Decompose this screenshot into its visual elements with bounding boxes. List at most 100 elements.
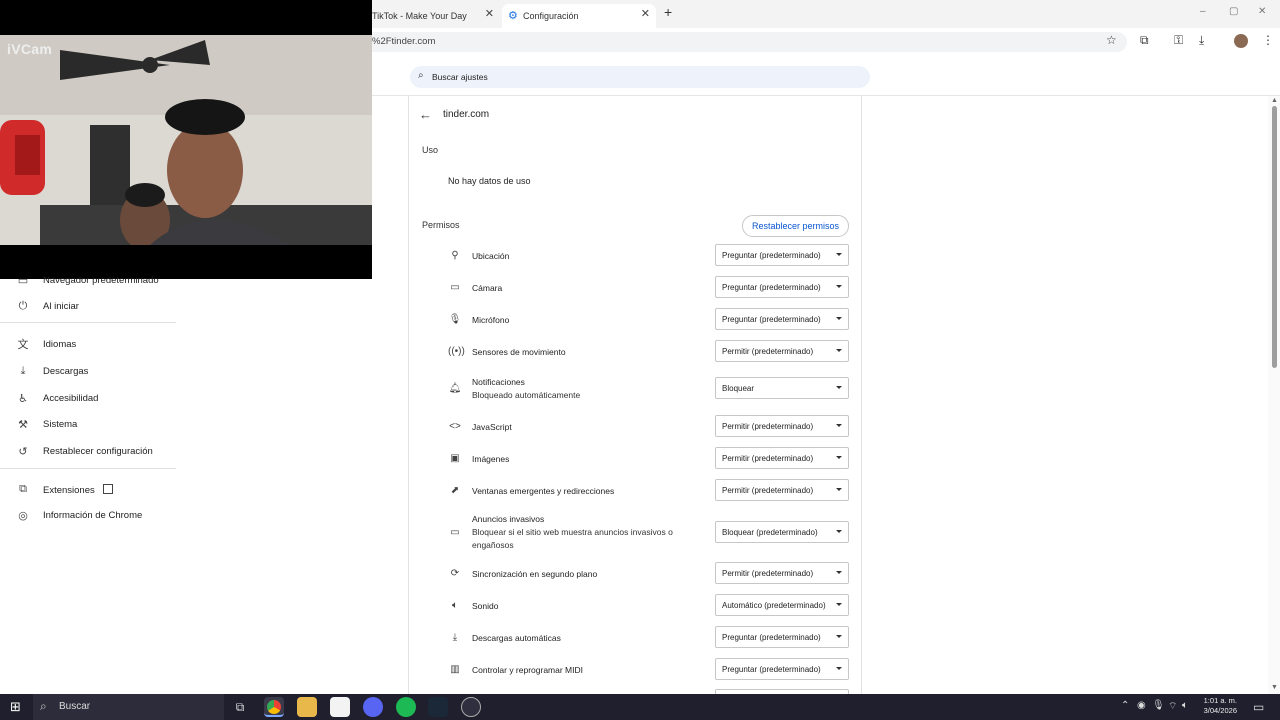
puzzle-icon: ⧉ [19, 482, 27, 495]
permission-desc: Bloquear si el sitio web muestra anuncio… [472, 527, 673, 550]
site-name: tinder.com [443, 109, 490, 120]
sidebar-item-label: Información de Chrome [43, 509, 143, 521]
tray-chevron-icon[interactable]: ⌃ [1121, 700, 1129, 711]
dropdown-caret-icon [836, 571, 842, 574]
sidebar-item-restablecer-configuracion[interactable]: ↺ Restablecer configuración [0, 439, 176, 463]
scroll-thumb[interactable] [1272, 106, 1277, 368]
permission-select[interactable]: Permitir (predeterminado) [715, 562, 849, 584]
permission-select[interactable]: Preguntar (predeterminado) [715, 276, 849, 298]
tab-tiktok[interactable]: TikTok - Make Your Day ✕ [372, 4, 500, 28]
permission-name: Ubicación [472, 251, 510, 261]
sidebar-item-label: Descargas [43, 365, 89, 377]
sidebar-item-label: Idiomas [43, 338, 77, 350]
tray-ivcam-icon[interactable]: ◉ [1137, 700, 1146, 711]
permission-select[interactable]: Permitir (predeterminado) [715, 340, 849, 362]
permission-name: Sonido [472, 601, 499, 611]
permission-select[interactable]: Permitir (predeterminado) [715, 447, 849, 469]
permission-select[interactable]: Bloquear [715, 377, 849, 399]
sidebar-item-sistema[interactable]: ⚒ Sistema [0, 412, 176, 436]
address-text: %2Ftinder.com [372, 36, 436, 47]
open-external-icon [102, 483, 113, 494]
address-bar[interactable]: %2Ftinder.com [372, 32, 1127, 52]
close-tab-icon[interactable]: ✕ [485, 7, 494, 20]
popup-icon: ⬈ [450, 485, 460, 496]
close-tab-icon[interactable]: ✕ [641, 7, 650, 20]
permission-row-microfono: 🎙︎ Micrófono Preguntar (predeterminado) [440, 308, 850, 332]
downloads-icon[interactable]: ⤓ [1199, 33, 1204, 48]
sidebar-item-idiomas[interactable]: 文 Idiomas [0, 332, 176, 356]
minimize-button[interactable]: – [1200, 6, 1206, 17]
permission-name: Sensores de movimiento [472, 347, 566, 357]
back-arrow-icon[interactable]: ← [419, 107, 432, 122]
permission-select[interactable]: Bloquear (predeterminado) [715, 521, 849, 543]
taskbar-clock[interactable]: 1:01 a. m. 3/04/2026 [1195, 696, 1237, 716]
permission-row-javascript: <> JavaScript Permitir (predeterminado) [440, 415, 850, 439]
reset-permissions-button[interactable]: Restablecer permisos [742, 215, 849, 237]
chrome-taskbar-icon[interactable] [264, 697, 284, 717]
permission-row-sensores: ((•)) Sensores de movimiento Permitir (p… [440, 340, 850, 364]
file-explorer-icon[interactable] [297, 697, 317, 717]
new-tab-button[interactable]: + [664, 4, 672, 20]
app-icon[interactable] [461, 697, 481, 717]
maximize-button[interactable]: ▢ [1229, 6, 1238, 17]
tray-wifi-icon[interactable]: ⌔ [1168, 700, 1177, 713]
permission-name: Ventanas emergentes y redirecciones [472, 486, 615, 496]
permission-select[interactable]: Preguntar (predeterminado) [715, 244, 849, 266]
menu-kebab-icon[interactable]: ⋮ [1262, 33, 1274, 47]
tray-volume-icon[interactable]: 🔈︎ [1182, 700, 1188, 711]
select-value: Preguntar (predeterminado) [722, 632, 821, 642]
sidebar-item-accesibilidad[interactable]: ♿ Accesibilidad [0, 386, 176, 410]
scroll-up-icon[interactable]: ▲ [1271, 97, 1278, 104]
tab-configuracion[interactable]: ⚙ Configuración ✕ [502, 4, 656, 28]
select-value: Preguntar (predeterminado) [722, 314, 821, 324]
permission-row-camara: ▭ Cámara Preguntar (predeterminado) [440, 276, 850, 300]
permission-name: JavaScript [472, 422, 512, 432]
scroll-down-icon[interactable]: ▼ [1271, 684, 1278, 691]
permission-name: Imágenes [472, 454, 510, 464]
profile-avatar[interactable] [1234, 34, 1248, 48]
permission-select[interactable]: Permitir (predeterminado) [715, 415, 849, 437]
permission-name: Micrófono [472, 315, 510, 325]
ads-icon: ▭ [450, 527, 460, 538]
sidebar-item-extensiones[interactable]: ⧉ Extensiones [0, 477, 176, 501]
dropdown-caret-icon [836, 667, 842, 670]
select-value: Preguntar (predeterminado) [722, 250, 821, 260]
tray-microphone-icon[interactable]: 🎙︎ [1152, 700, 1165, 711]
permission-select[interactable]: Preguntar (predeterminado) [715, 308, 849, 330]
windows-start-icon[interactable]: ⊞ [10, 699, 21, 715]
bookmark-star-icon[interactable]: ☆ [1106, 33, 1117, 47]
task-view-icon[interactable]: ⧉ [230, 697, 250, 717]
usage-heading: Uso [422, 145, 439, 155]
permission-select[interactable]: Permitir (predeterminado) [715, 479, 849, 501]
select-value: Permitir (predeterminado) [722, 453, 814, 463]
sidebar-item-descargas[interactable]: ⤓ Descargas [0, 359, 176, 383]
permission-row-descargas-automaticas: ⤓ Descargas automáticas Preguntar (prede… [440, 626, 850, 650]
clock-date: 3/04/2026 [1203, 706, 1237, 715]
dropdown-caret-icon [836, 635, 842, 638]
store-icon[interactable] [330, 697, 350, 717]
dropdown-caret-icon [836, 488, 842, 491]
dropdown-caret-icon [836, 530, 842, 533]
camera-feed-image [0, 35, 372, 245]
settings-search-input[interactable]: ⌕ Buscar ajustes [410, 66, 870, 88]
permission-name: Cámara [472, 283, 503, 293]
spotify-icon[interactable] [396, 697, 416, 717]
search-icon: ⌕ [40, 699, 47, 713]
password-key-icon[interactable]: ⚿ [1174, 33, 1183, 48]
close-window-button[interactable]: ✕ [1258, 6, 1266, 17]
reset-icon: ↺ [18, 445, 28, 458]
discord-icon[interactable] [363, 697, 383, 717]
permission-select[interactable]: Preguntar (predeterminado) [715, 626, 849, 648]
microphone-icon: 🎙︎ [448, 314, 462, 325]
steam-icon[interactable] [428, 697, 448, 717]
taskbar-search-input[interactable]: ⌕ Buscar [33, 694, 224, 720]
sidebar-item-al-iniciar[interactable]: ⏻ Al iniciar [0, 294, 176, 318]
notifications-icon[interactable]: ▭ [1253, 700, 1264, 714]
sidebar-item-informacion-de-chrome[interactable]: ◎ Información de Chrome [0, 503, 176, 527]
extensions-puzzle-icon[interactable]: ⧉ [1140, 33, 1149, 48]
sidebar-item-navegador-predeterminado[interactable]: ▭ Navegador predeterminado [0, 268, 176, 292]
permission-select[interactable]: Automático (predeterminado) [715, 594, 849, 616]
usage-text: No hay datos de uso [448, 176, 531, 186]
accessibility-icon: ♿ [18, 392, 28, 405]
permission-select[interactable]: Preguntar (predeterminado) [715, 658, 849, 680]
